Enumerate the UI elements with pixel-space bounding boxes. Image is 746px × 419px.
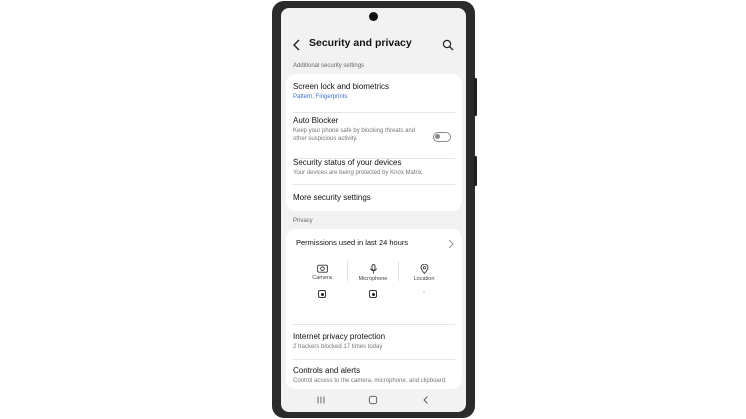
auto-blocker-item[interactable]: Auto Blocker Keep your phone safe by blo… <box>293 116 428 143</box>
security-card: Screen lock and biometrics Pattern, Fing… <box>286 74 462 211</box>
item-title: Internet privacy protection <box>293 332 386 341</box>
permission-camera[interactable]: Camera <box>297 264 347 281</box>
navigation-bar <box>281 390 466 412</box>
controls-alerts-item[interactable]: Controls and alerts Control access to th… <box>293 366 453 385</box>
search-icon[interactable] <box>442 39 454 51</box>
permission-label: Location <box>413 276 435 282</box>
item-subtitle: Keep your phone safe by blocking threats… <box>293 128 416 142</box>
back-nav-icon[interactable] <box>421 395 431 405</box>
permission-microphone[interactable]: Microphone <box>348 264 398 282</box>
microphone-usage-status <box>348 290 398 300</box>
volume-button <box>474 78 477 116</box>
divider <box>293 112 455 113</box>
more-security-settings-item[interactable]: More security settings <box>293 193 453 203</box>
permission-label: Microphone <box>358 276 388 282</box>
camera-usage-status <box>297 290 347 300</box>
chevron-right-icon <box>448 239 454 249</box>
item-title: Controls and alerts <box>293 366 361 375</box>
front-camera <box>369 12 378 21</box>
permission-location[interactable]: Location <box>399 264 449 282</box>
section-label-privacy: Privacy <box>293 218 313 224</box>
back-arrow-icon[interactable] <box>292 38 302 52</box>
permission-label: Camera <box>312 275 332 281</box>
recording-indicator-icon <box>318 290 326 298</box>
phone-screen: Security and privacy Additional security… <box>281 8 466 412</box>
screen-lock-item[interactable]: Screen lock and biometrics Pattern, Fing… <box>293 82 453 101</box>
auto-blocker-toggle[interactable] <box>433 132 451 142</box>
item-title: Screen lock and biometrics <box>293 82 390 91</box>
item-subtitle: Control access to the camera, microphone… <box>293 378 447 384</box>
security-status-item[interactable]: Security status of your devices Your dev… <box>293 158 453 177</box>
microphone-icon <box>369 264 377 274</box>
item-title: More security settings <box>293 193 371 202</box>
item-subtitle: Pattern, Fingerprints <box>293 94 348 100</box>
item-title: Auto Blocker <box>293 116 339 125</box>
permissions-title: Permissions used in last 24 hours <box>296 238 409 247</box>
app-header: Security and privacy <box>281 35 466 55</box>
item-subtitle: 2 trackers blocked 17 times today <box>293 344 383 350</box>
page-title: Security and privacy <box>309 37 412 49</box>
location-usage-status: - <box>423 290 425 296</box>
recents-icon[interactable] <box>316 395 326 405</box>
location-icon <box>420 264 428 274</box>
recording-indicator-icon <box>369 290 377 298</box>
power-button <box>474 156 477 186</box>
permissions-header[interactable]: Permissions used in last 24 hours <box>296 238 454 250</box>
camera-icon <box>316 264 328 273</box>
item-title: Security status of your devices <box>293 158 402 167</box>
home-icon[interactable] <box>368 395 378 405</box>
section-label-security: Additional security settings <box>293 63 365 69</box>
internet-privacy-item[interactable]: Internet privacy protection 2 trackers b… <box>293 332 453 351</box>
divider <box>293 324 455 325</box>
toggle-knob <box>435 134 440 139</box>
privacy-card: Permissions used in last 24 hours Camera… <box>286 229 462 389</box>
divider <box>293 184 455 185</box>
divider <box>293 359 455 360</box>
item-subtitle: Your devices are being protected by Knox… <box>293 170 424 176</box>
